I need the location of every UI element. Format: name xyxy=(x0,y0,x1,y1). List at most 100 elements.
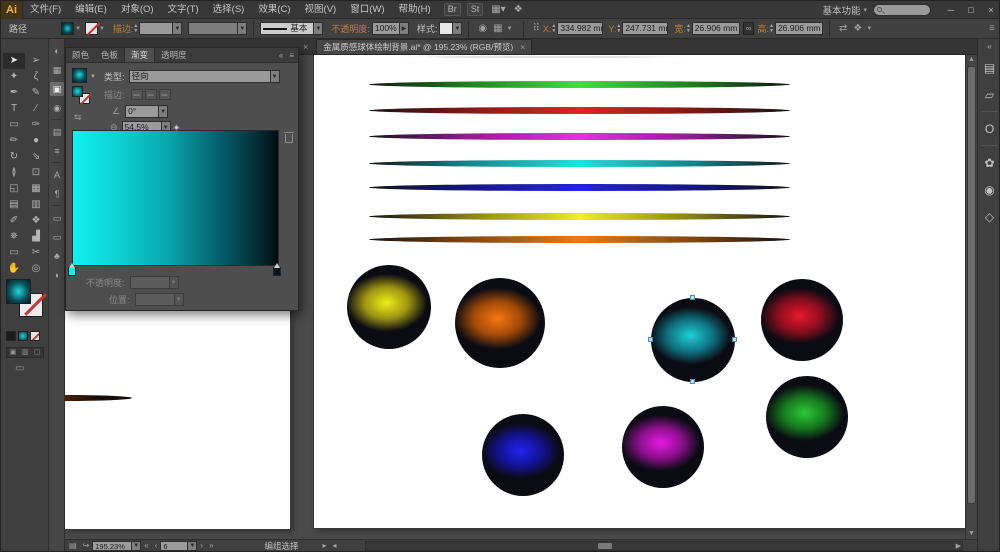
layers-panel-icon[interactable]: ▤ xyxy=(980,58,1000,78)
opacity-dropdown-icon[interactable]: ▶ xyxy=(400,22,409,35)
selection-tool[interactable]: ➤ xyxy=(3,53,25,69)
spindle-cyan[interactable] xyxy=(369,160,790,167)
rotate-tool[interactable]: ↻ xyxy=(3,149,25,165)
x-field[interactable]: 334.982 mm xyxy=(557,22,603,35)
align-icon[interactable]: ❖ xyxy=(853,23,862,34)
shape-builder-tool[interactable]: ◱ xyxy=(3,181,25,197)
symbols-panel-icon[interactable]: ♣ xyxy=(50,249,64,263)
maximize-button[interactable]: □ xyxy=(961,1,981,19)
artboard-dropdown-icon[interactable]: ▼ xyxy=(188,541,197,551)
draw-behind-icon[interactable]: ▥ xyxy=(22,348,29,357)
width-stepper[interactable]: ▲▼ xyxy=(686,24,691,34)
draw-inside-icon[interactable]: ▢ xyxy=(34,348,41,357)
reference-point-icon[interactable]: ⠿ xyxy=(533,23,540,34)
menu-item-6[interactable]: 视图(V) xyxy=(298,1,344,19)
artboard-number-field[interactable]: 6 xyxy=(160,541,188,551)
gradient-swatch-thumbnail[interactable] xyxy=(72,68,87,83)
style-dropdown-icon[interactable]: ▼ xyxy=(453,22,462,35)
horizontal-scroll-thumb[interactable] xyxy=(598,543,612,549)
width-profile-field[interactable] xyxy=(188,22,238,35)
gradient-panel-tab-色板[interactable]: 色板 xyxy=(95,48,124,62)
sphere-green[interactable] xyxy=(766,376,848,458)
selection-anchor-0[interactable] xyxy=(690,295,695,300)
brush-definition-dropdown-icon[interactable]: ▼ xyxy=(314,22,323,35)
gradient-stop-end[interactable] xyxy=(273,267,281,276)
gradient-fill-proxy[interactable] xyxy=(72,86,83,97)
menu-item-8[interactable]: 帮助(H) xyxy=(392,1,438,19)
menu-item-4[interactable]: 选择(S) xyxy=(206,1,252,19)
gradient-tool[interactable]: ▥ xyxy=(25,197,47,213)
search-input[interactable] xyxy=(873,4,931,16)
panel-menu-icon[interactable]: ≡ xyxy=(289,48,294,62)
collapse-control-bar-icon[interactable]: ≡ xyxy=(989,23,995,34)
menu-item-7[interactable]: 窗口(W) xyxy=(343,1,391,19)
recolor-artwork-icon[interactable]: ◉ xyxy=(478,23,487,34)
spindle-orange[interactable] xyxy=(369,236,790,243)
fill-proxy-swatch[interactable] xyxy=(6,279,31,304)
width-field[interactable]: 26.906 mm xyxy=(692,22,740,35)
selection-anchor-1[interactable] xyxy=(648,337,653,342)
scroll-up-icon[interactable]: ▲ xyxy=(966,55,977,65)
delete-stop-icon[interactable] xyxy=(285,134,293,143)
rectangle-tool[interactable]: ▭ xyxy=(3,117,25,133)
document-setup-icon[interactable]: ▦ xyxy=(493,23,502,34)
horizontal-scrollbar[interactable]: ▶ xyxy=(365,541,963,551)
height-stepper[interactable]: ▲▼ xyxy=(769,24,774,34)
workspace-switcher[interactable]: 基本功能 xyxy=(822,3,860,17)
reverse-gradient-icon[interactable]: ⇆ xyxy=(74,112,82,123)
curvature-tool[interactable]: ✎ xyxy=(25,85,47,101)
magic-wand-tool[interactable]: ✦ xyxy=(3,69,25,85)
column-graph-tool[interactable]: ▟ xyxy=(25,229,47,245)
symbol-sprayer-tool[interactable]: ✵ xyxy=(3,229,25,245)
color-button[interactable] xyxy=(6,331,16,341)
height-field[interactable]: 26.906 mm xyxy=(775,22,823,35)
menu-item-3[interactable]: 文字(T) xyxy=(161,1,206,19)
gradient-angle-dropdown-icon[interactable]: ▼ xyxy=(159,105,168,118)
pencil-tool[interactable]: ✏ xyxy=(3,133,25,149)
perspective-grid-tool[interactable]: ▦ xyxy=(25,181,47,197)
prev-artboard-icon[interactable]: ‹ xyxy=(155,541,158,550)
transparency-panel-icon[interactable]: ◉ xyxy=(50,101,64,115)
hand-tool[interactable]: ✋ xyxy=(3,261,25,277)
menu-item-5[interactable]: 效果(C) xyxy=(251,1,297,19)
color-panel-icon[interactable]: ◐ xyxy=(50,44,64,58)
line-segment-tool[interactable]: ∕ xyxy=(25,101,47,117)
zoom-level-field[interactable]: 195.23% xyxy=(92,541,132,551)
fill-color-swatch[interactable] xyxy=(61,22,74,35)
zoom-dropdown-icon[interactable]: ▼ xyxy=(132,541,141,551)
expand-panels-icon[interactable]: « xyxy=(978,42,1000,51)
paragraph-panel-icon[interactable]: ¶ xyxy=(50,187,64,201)
links-panel-icon[interactable]: ▭ xyxy=(50,211,64,225)
stroke-weight-stepper[interactable]: ▲▼ xyxy=(133,24,138,34)
width-tool[interactable]: ≬ xyxy=(3,165,25,181)
blob-brush-tool[interactable]: ● xyxy=(25,133,47,149)
style-swatch[interactable] xyxy=(439,22,453,35)
pathfinder-panel-icon[interactable]: ◗ xyxy=(50,268,64,282)
spindle-magenta[interactable] xyxy=(369,133,790,140)
status-collapse-icon[interactable]: ◂ xyxy=(333,541,337,550)
gradient-panel-tab-透明度[interactable]: 透明度 xyxy=(155,48,193,62)
status-expand-icon[interactable]: ▸ xyxy=(323,541,327,550)
stock-button[interactable]: St xyxy=(467,3,484,16)
spindle-green[interactable] xyxy=(369,81,790,88)
stroke-weight-dropdown-icon[interactable]: ▼ xyxy=(173,22,182,35)
brush-definition-field[interactable]: 基本 xyxy=(260,22,314,35)
actions-panel-icon[interactable]: ▭ xyxy=(50,230,64,244)
bridge-button[interactable]: Br xyxy=(444,3,461,16)
document-tab[interactable]: 金属质感球体绘制背景.ai* @ 195.23% (RGB/预览) × xyxy=(316,39,532,54)
layout-switcher-icon[interactable]: ▦▾ xyxy=(491,4,505,15)
document-tab-close-icon[interactable]: × xyxy=(520,40,525,54)
draw-normal-icon[interactable]: ▣ xyxy=(10,348,17,357)
last-artboard-icon[interactable]: » xyxy=(209,541,213,550)
free-transform-tool[interactable]: ⊡ xyxy=(25,165,47,181)
gradient-slider-preview[interactable] xyxy=(72,130,279,266)
sphere-yellow[interactable] xyxy=(347,265,431,349)
spindle-yellow[interactable] xyxy=(369,213,790,220)
spindle-red[interactable] xyxy=(369,107,790,114)
gradient-button[interactable] xyxy=(18,331,28,341)
sphere-red[interactable] xyxy=(761,279,843,361)
vertical-scroll-thumb[interactable] xyxy=(967,66,976,504)
stroke-weight-field[interactable] xyxy=(139,22,173,35)
sphere-blue[interactable] xyxy=(482,414,564,496)
gradient-panel-tab-渐变[interactable]: 渐变 xyxy=(124,48,155,62)
